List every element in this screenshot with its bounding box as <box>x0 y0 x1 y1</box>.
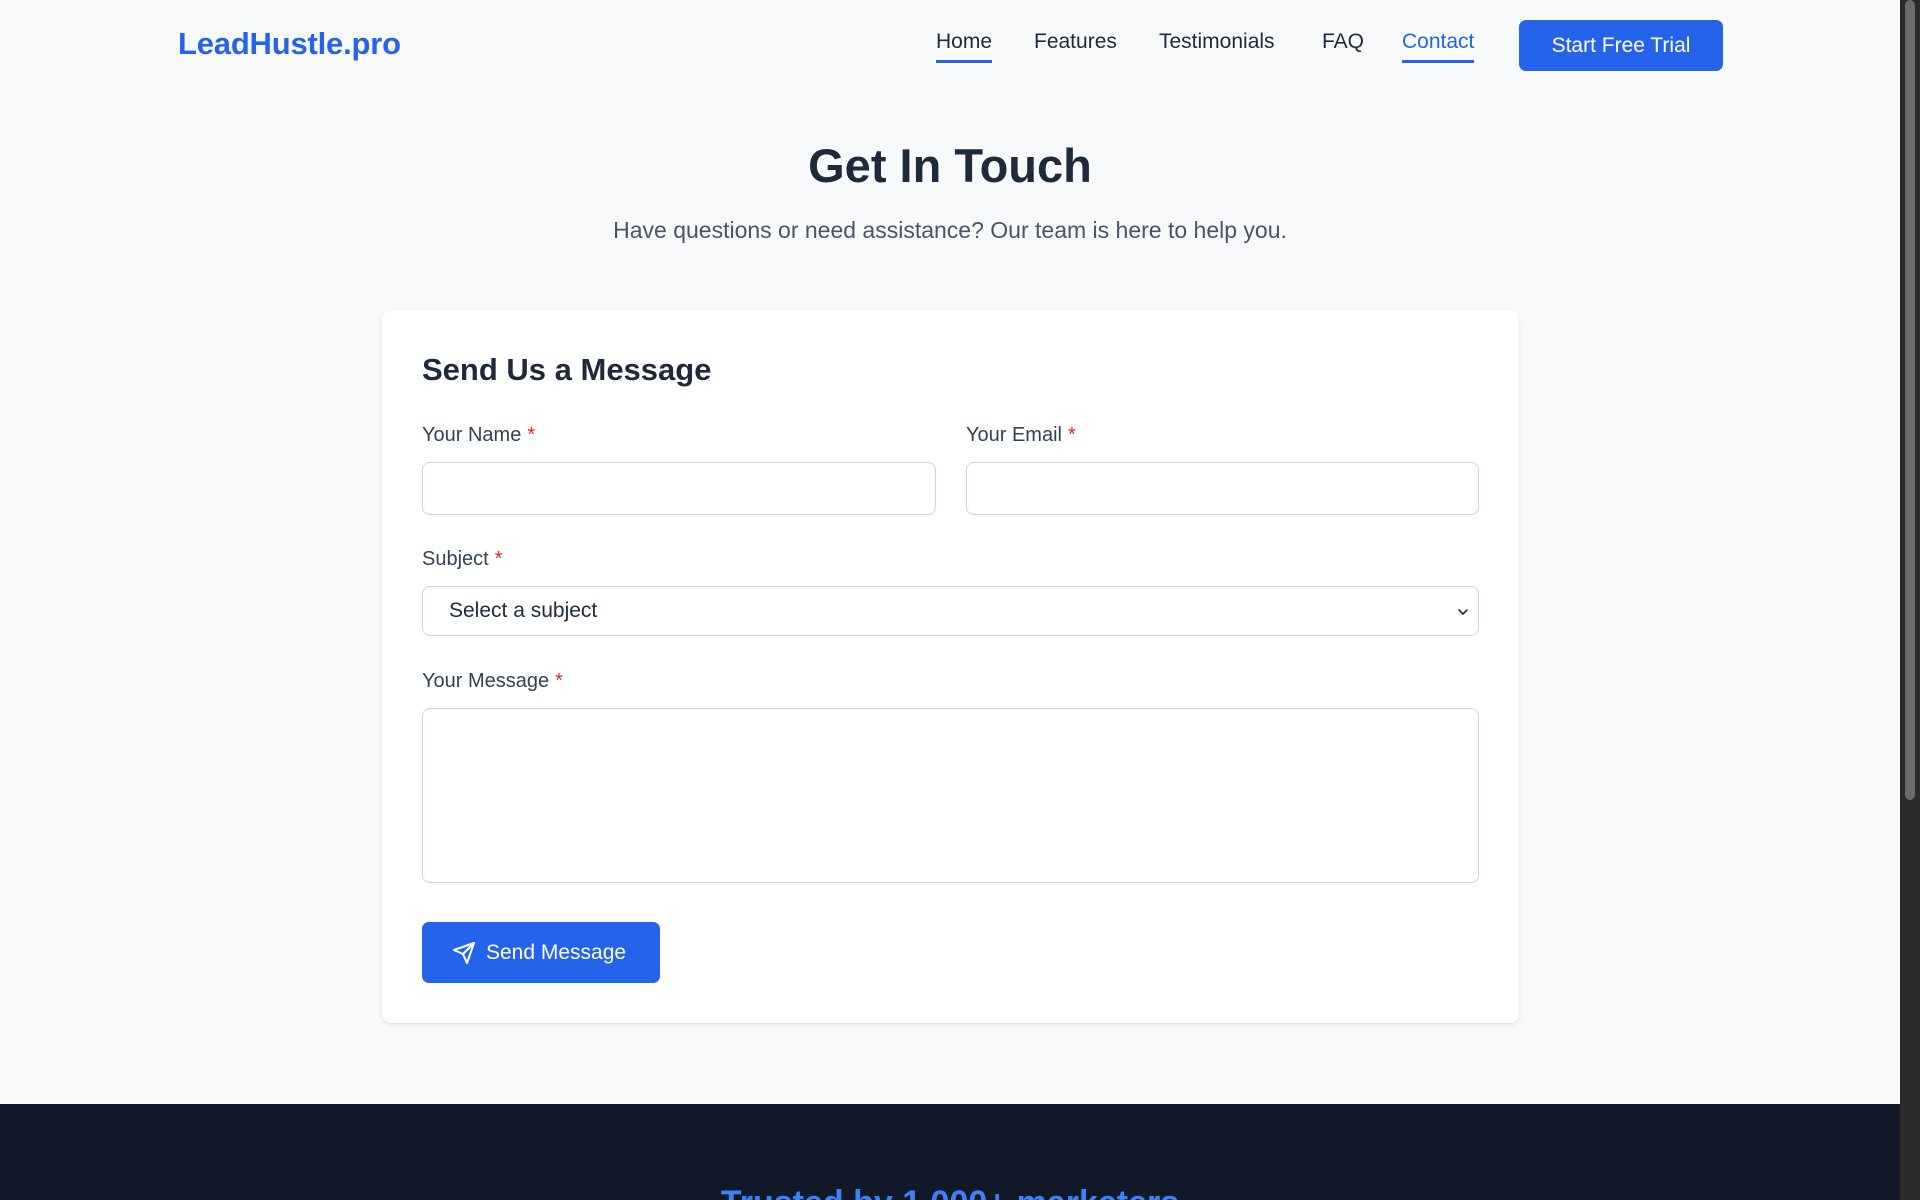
form-title: Send Us a Message <box>422 352 712 387</box>
paper-plane-icon <box>453 942 475 964</box>
page-scrollbar[interactable] <box>1900 0 1920 1200</box>
trust-banner-heading: Trusted by 1,000+ marketers <box>0 1184 1900 1200</box>
email-label: Your Email * <box>966 424 1076 447</box>
nav-link-features[interactable]: Features <box>1034 30 1117 60</box>
required-marker: * <box>555 670 563 692</box>
name-label: Your Name * <box>422 424 535 447</box>
email-label-text: Your Email <box>966 424 1062 446</box>
start-free-trial-button[interactable]: Start Free Trial <box>1519 20 1723 71</box>
required-marker: * <box>527 424 536 446</box>
name-label-text: Your Name <box>422 424 522 446</box>
message-label-text: Your Message <box>422 670 550 692</box>
required-marker: * <box>1067 424 1076 446</box>
page-subtitle: Have questions or need assistance? Our t… <box>613 217 1287 243</box>
subject-label: Subject * <box>422 548 503 571</box>
page: LeadHustle.pro Home Features Testimonial… <box>0 0 1900 1200</box>
email-input[interactable] <box>966 462 1479 515</box>
nav-link-faq[interactable]: FAQ <box>1322 30 1364 60</box>
nav-link-home[interactable]: Home <box>936 30 993 63</box>
scrollbar-thumb[interactable] <box>1905 0 1915 800</box>
nav-link-contact[interactable]: Contact <box>1402 30 1475 63</box>
send-message-label: Send Message <box>486 941 627 964</box>
subject-label-text: Subject <box>422 548 489 570</box>
required-marker: * <box>494 548 503 570</box>
trust-banner: Trusted by 1,000+ marketers <box>0 1104 1900 1200</box>
site-header: LeadHustle.pro Home Features Testimonial… <box>0 0 1900 90</box>
contact-form-card: Send Us a Message Your Name * Your Email *… <box>382 310 1519 1023</box>
send-message-button[interactable]: Send Message <box>422 922 660 983</box>
page-title: Get In Touch <box>808 139 1092 192</box>
chevron-down-icon <box>1458 609 1468 615</box>
subject-select[interactable]: Select a subject <box>422 586 1479 636</box>
message-label: Your Message * <box>422 670 563 693</box>
subject-select-value: Select a subject <box>449 599 598 622</box>
name-input[interactable] <box>422 462 936 515</box>
nav-link-testimonials[interactable]: Testimonials <box>1159 30 1275 60</box>
message-textarea[interactable] <box>422 708 1479 883</box>
